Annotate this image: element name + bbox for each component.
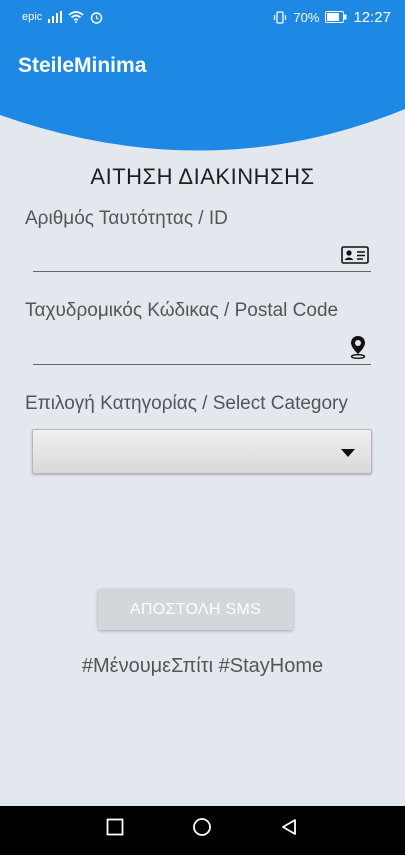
carrier-label: epic [22, 11, 43, 23]
app-title: SteileMinima [18, 54, 147, 77]
hashtag-text: #ΜένουμεΣπίτι #StayHome [81, 655, 324, 677]
battery-percent: 70% [293, 9, 320, 25]
id-input[interactable] [33, 242, 371, 272]
id-label: Αριθμός Ταυτότητας / ID [25, 208, 228, 229]
app-bar: SteileMinima [0, 34, 405, 98]
home-button[interactable] [192, 817, 212, 837]
postal-code-input[interactable] [33, 335, 371, 365]
header-wave [0, 97, 405, 151]
recent-apps-button[interactable] [106, 818, 124, 836]
category-label: Επιλογή Κατηγορίας / Select Category [25, 393, 348, 414]
category-select[interactable] [32, 429, 372, 474]
navigation-bar [0, 806, 405, 855]
form-title: ΑΙΤΗΣΗ ΔΙΑΚΙΝΗΣΗΣ [90, 164, 315, 189]
wifi-icon [68, 11, 84, 23]
status-right: 70% 12:27 [273, 9, 391, 26]
location-pin-icon [350, 336, 366, 359]
status-bar: epic 70% 12:27 [0, 0, 405, 34]
id-card-icon [341, 246, 369, 264]
battery-icon [325, 11, 347, 23]
vibrate-icon [274, 10, 287, 24]
clock: 12:27 [353, 8, 391, 26]
dropdown-arrow-icon [341, 449, 355, 457]
alarm-icon [90, 11, 103, 24]
signal-icon [48, 11, 63, 23]
back-button[interactable] [280, 818, 298, 836]
postal-code-label: Ταχυδρομικός Κώδικας / Postal Code [25, 300, 339, 321]
send-sms-button[interactable]: ΑΠΟΣΤΟΛΗ SMS [98, 589, 293, 630]
status-left: epic [22, 11, 103, 24]
